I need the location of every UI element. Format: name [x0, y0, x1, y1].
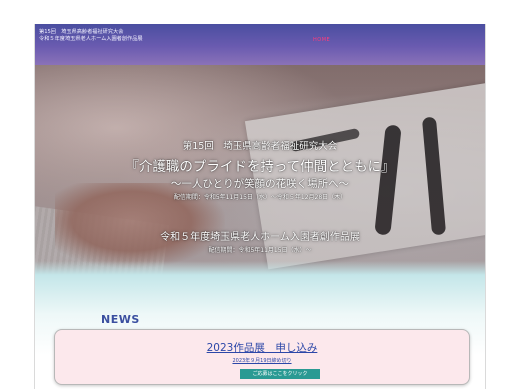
site-title-line1: 第15回 埼玉県高齢者福祉研究大会 — [39, 29, 124, 35]
apply-button[interactable]: ご応募はここをクリック — [240, 369, 320, 379]
hero-banner: 第15回 埼玉県高齢者福祉研究大会 『介護職のプライドを持って仲間とともに』 ～… — [35, 65, 485, 275]
web-page: 第15回 埼玉県高齢者福祉研究大会 令和５年度埼玉県老人ホーム入園者創作品展 H… — [34, 24, 486, 389]
news-card: 2023作品展 申し込み 2023年９月19日締め切り ご応募はここをクリック — [54, 329, 470, 385]
site-title[interactable]: 第15回 埼玉県高齢者福祉研究大会 令和５年度埼玉県老人ホーム入園者創作品展 — [39, 29, 143, 43]
nav-home-link[interactable]: HOME — [313, 37, 330, 43]
hero-fade — [35, 261, 485, 275]
browser-viewport: 第15回 埼玉県高齢者福祉研究大会 令和５年度埼玉県老人ホーム入園者創作品展 H… — [0, 0, 507, 389]
news-heading: NEWS — [101, 313, 140, 326]
hero-slogan: 『介護職のプライドを持って仲間とともに』 — [125, 159, 395, 175]
hero-event-name: 第15回 埼玉県高齢者福祉研究大会 — [182, 141, 338, 152]
news-deadline-link[interactable]: 2023年９月19日締め切り — [55, 357, 469, 364]
news-headline-link[interactable]: 2023作品展 申し込み — [55, 340, 469, 355]
hero-subtitle: ～一人ひとりが笑顔の花咲く場所へ～ — [170, 178, 350, 190]
news-section: NEWS 2023作品展 申し込み 2023年９月19日締め切り ご応募はここを… — [35, 275, 485, 389]
hero-exhibition-period: 配信期間：令和5年11月15日（水）～ — [208, 247, 312, 254]
site-header: 第15回 埼玉県高齢者福祉研究大会 令和５年度埼玉県老人ホーム入園者創作品展 H… — [35, 24, 485, 65]
hero-broadcast-period: 配信期間：令和5年11月15日（水）～令和５年12月28日（木） — [173, 194, 347, 201]
hero-exhibition-name: 令和５年度埼玉県老人ホーム入園者創作品展 — [160, 232, 360, 243]
site-title-line2: 令和５年度埼玉県老人ホーム入園者創作品展 — [39, 36, 143, 42]
